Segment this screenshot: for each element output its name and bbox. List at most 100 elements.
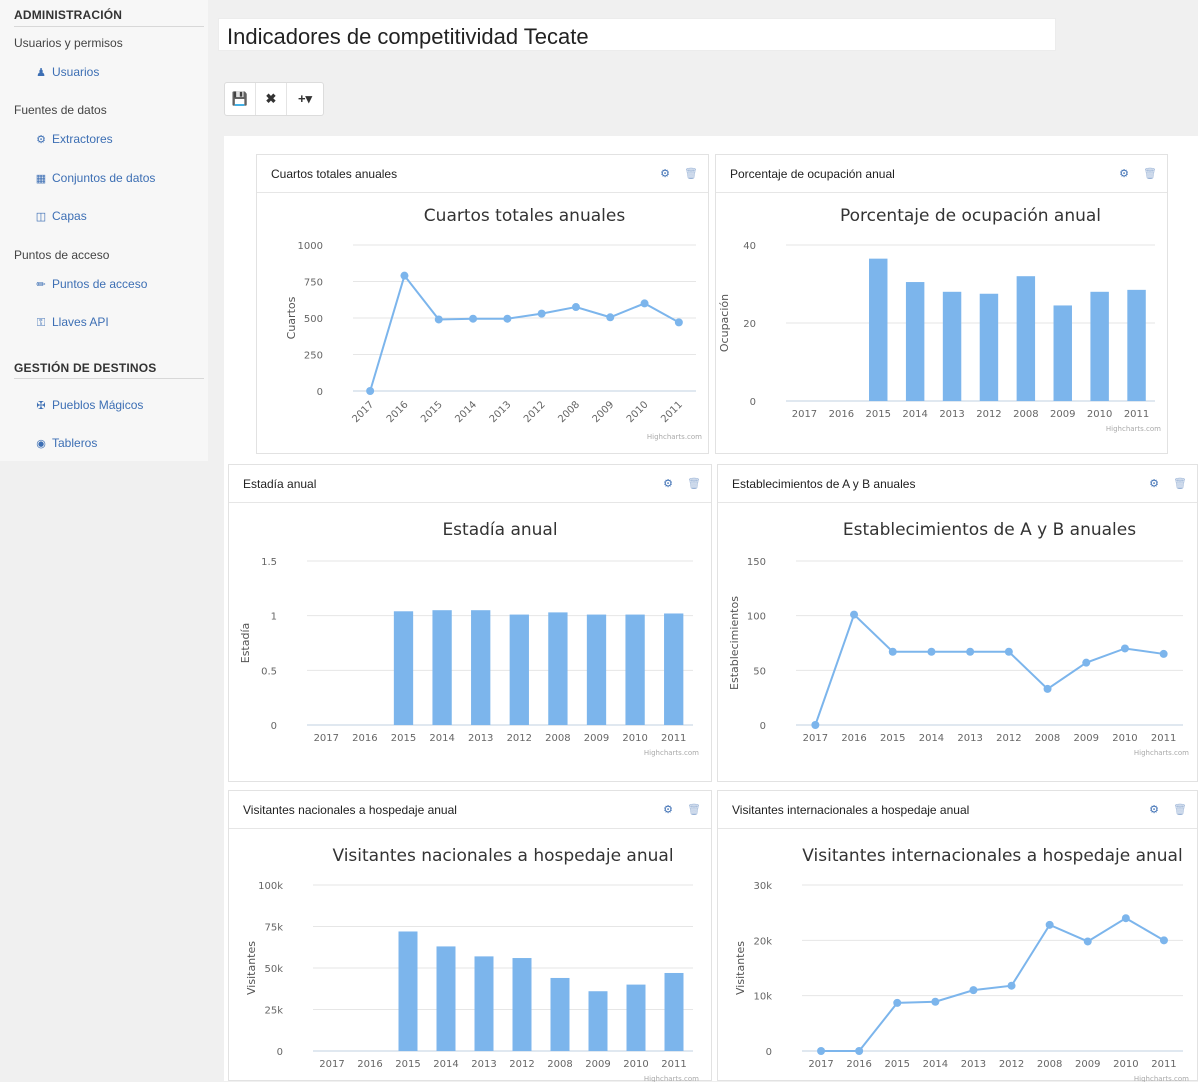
gear-icon[interactable]: ⚙ bbox=[663, 803, 673, 816]
bar bbox=[1090, 291, 1109, 401]
y-axis-title: Ocupación bbox=[718, 294, 731, 352]
x-tick-label: 2012 bbox=[507, 733, 532, 744]
data-point bbox=[1082, 658, 1091, 667]
trash-icon[interactable]: 🗑 bbox=[1173, 477, 1187, 490]
trash-icon[interactable]: 🗑 bbox=[684, 167, 698, 180]
x-tick-label: 2014 bbox=[902, 409, 927, 420]
x-tick-label: 2015 bbox=[866, 409, 891, 420]
sidebar-item-label: Tableros bbox=[52, 436, 98, 450]
bar bbox=[1016, 276, 1036, 401]
data-point bbox=[888, 647, 897, 656]
gear-icon[interactable]: ⚙ bbox=[1149, 803, 1159, 816]
x-tick-label: 2013 bbox=[939, 409, 964, 420]
widget-estadia: Estadía anual ⚙ 🗑 Estadía anual 0 0.5 1 1.5 Es… bbox=[228, 464, 712, 782]
widget-header: Cuartos totales anuales ⚙ 🗑 bbox=[257, 155, 708, 193]
trash-icon[interactable]: 🗑 bbox=[1143, 167, 1157, 180]
x-tick-label: 2017 bbox=[803, 733, 828, 744]
chart-establecimientos: Establecimientos de A y B anuales 0 50 100 1… bbox=[728, 520, 1189, 757]
gear-icon[interactable]: ⚙ bbox=[1119, 167, 1129, 180]
y-axis-title: Visitantes bbox=[734, 941, 747, 995]
bar bbox=[474, 956, 494, 1051]
widget-header: Visitantes nacionales a hospedaje anual … bbox=[229, 791, 711, 829]
bar bbox=[550, 977, 570, 1051]
data-point bbox=[1120, 644, 1129, 653]
x-tick-label: 2015 bbox=[391, 733, 416, 744]
x-tick-label: 2012 bbox=[509, 1059, 534, 1070]
y-tick-label: 100k bbox=[258, 881, 283, 892]
data-point bbox=[850, 610, 859, 619]
x-tick-label: 2012 bbox=[976, 409, 1001, 420]
x-tick-label: 2015 bbox=[880, 733, 905, 744]
x-tick-label: 2013 bbox=[468, 733, 493, 744]
plus-dropdown-icon: +▾ bbox=[297, 91, 313, 106]
y-tick-label: 50 bbox=[753, 666, 766, 677]
sidebar-item-tableros[interactable]: ◉ Tableros bbox=[34, 436, 97, 450]
sidebar-item-label: Llaves API bbox=[52, 315, 109, 329]
bar bbox=[509, 614, 529, 725]
close-icon: ✖ bbox=[265, 91, 277, 106]
gear-icon[interactable]: ⚙ bbox=[663, 477, 673, 490]
x-tick-label: 2008 bbox=[545, 733, 570, 744]
y-tick-label: 10k bbox=[753, 992, 772, 1003]
widget-establecimientos: Establecimientos de A y B anuales ⚙ 🗑 Est… bbox=[717, 464, 1198, 782]
sidebar-item-conjuntos-datos[interactable]: ▦ Conjuntos de datos bbox=[34, 171, 156, 185]
y-tick-label: 500 bbox=[304, 314, 323, 325]
bar bbox=[432, 610, 452, 725]
x-tick-label: 2016 bbox=[352, 733, 377, 744]
x-tick-label: 2010 bbox=[1087, 409, 1112, 420]
y-tick-label: 40 bbox=[743, 241, 756, 252]
x-tick-label: 2012 bbox=[522, 399, 548, 425]
sidebar-item-extractores[interactable]: ⚙ Extractores bbox=[34, 132, 113, 146]
group-puntos-acceso: Puntos de acceso bbox=[14, 248, 110, 262]
trash-icon[interactable]: 🗑 bbox=[687, 803, 701, 816]
data-point bbox=[537, 309, 546, 318]
gear-icon[interactable]: ⚙ bbox=[660, 167, 670, 180]
trash-icon[interactable]: 🗑 bbox=[687, 477, 701, 490]
sidebar-item-label: Extractores bbox=[52, 132, 113, 146]
x-tick-label: 2010 bbox=[622, 733, 647, 744]
data-point bbox=[606, 313, 615, 322]
x-tick-label: 2016 bbox=[829, 409, 854, 420]
gear-icon[interactable]: ⚙ bbox=[1149, 477, 1159, 490]
close-button[interactable]: ✖ bbox=[256, 83, 287, 115]
y-axis-title: Visitantes bbox=[245, 941, 258, 995]
data-point bbox=[966, 647, 975, 656]
highcharts-credit: Highcharts.com bbox=[644, 749, 699, 757]
sidebar-item-puntos-acceso[interactable]: ✏ Puntos de acceso bbox=[34, 277, 147, 291]
trash-icon[interactable]: 🗑 bbox=[1173, 803, 1187, 816]
x-tick-label: 2014 bbox=[919, 733, 944, 744]
widget-title: Visitantes nacionales a hospedaje anual bbox=[243, 803, 457, 817]
destinos-section-header: GESTIÓN DE DESTINOS bbox=[14, 361, 157, 375]
x-tick-label: 2008 bbox=[1035, 733, 1060, 744]
y-tick-label: 50k bbox=[264, 964, 283, 975]
sidebar-item-capas[interactable]: ◫ Capas bbox=[34, 209, 87, 223]
x-tick-label: 2008 bbox=[1037, 1059, 1062, 1070]
highcharts-credit: Highcharts.com bbox=[647, 433, 702, 441]
dashboard-title-input[interactable]: Indicadores de competitividad Tecate bbox=[218, 18, 1056, 51]
bar bbox=[942, 291, 962, 401]
y-tick-label: 0 bbox=[750, 397, 756, 408]
data-point bbox=[811, 721, 820, 729]
table-icon: ▦ bbox=[35, 173, 47, 185]
data-point bbox=[1043, 684, 1052, 693]
x-tick-label: 2014 bbox=[923, 1059, 948, 1070]
chart-title: Porcentaje de ocupación anual bbox=[840, 206, 1101, 226]
widget-title: Estadía anual bbox=[243, 477, 317, 491]
sidebar-item-pueblos-magicos[interactable]: ✠ Pueblos Mágicos bbox=[34, 398, 143, 412]
sidebar-item-usuarios[interactable]: ♟ Usuarios bbox=[34, 65, 99, 79]
save-button[interactable]: 💾 bbox=[225, 83, 256, 115]
data-point bbox=[1121, 914, 1130, 923]
x-tick-label: 2010 bbox=[1112, 733, 1137, 744]
sidebar-item-label: Usuarios bbox=[52, 65, 100, 79]
x-tick-label: 2012 bbox=[996, 733, 1021, 744]
highcharts-credit: Highcharts.com bbox=[1106, 425, 1161, 433]
sidebar-item-llaves-api[interactable]: ⚿ Llaves API bbox=[34, 315, 109, 330]
chart-title: Visitantes nacionales a hospedaje anual bbox=[332, 846, 673, 866]
page-title: Indicadores de competitividad Tecate bbox=[227, 24, 589, 49]
data-point bbox=[855, 1047, 864, 1055]
x-tick-label: 2013 bbox=[961, 1059, 986, 1070]
widget-header: Establecimientos de A y B anuales ⚙ 🗑 bbox=[718, 465, 1197, 503]
add-widget-button[interactable]: +▾ bbox=[287, 83, 323, 115]
x-tick-label: 2012 bbox=[999, 1059, 1024, 1070]
y-tick-label: 0 bbox=[277, 1047, 283, 1058]
